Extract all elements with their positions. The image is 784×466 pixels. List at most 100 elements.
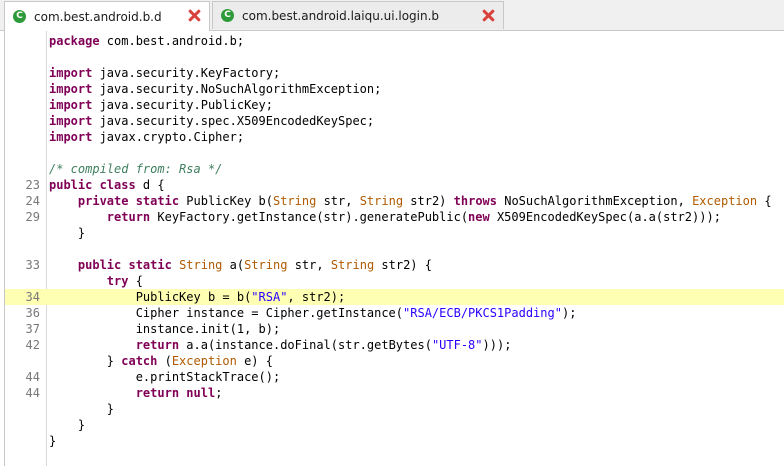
code-line[interactable]: 34 PublicKey b = b("RSA", str2);	[5, 289, 784, 305]
code-line[interactable]: 36 Cipher instance = Cipher.getInstance(…	[5, 305, 784, 321]
code-token: str,	[316, 194, 360, 208]
line-number: 37	[25, 322, 40, 336]
code-text: }	[49, 401, 114, 417]
code-token: public static	[77, 258, 172, 272]
editor-tab-bar: com.best.android.b.d com.best.android.la…	[0, 0, 784, 31]
code-line[interactable]: }	[5, 401, 784, 417]
code-text: return null;	[49, 385, 223, 401]
code-line[interactable]	[5, 49, 784, 65]
code-text: return a.a(instance.doFinal(str.getBytes…	[49, 337, 512, 353]
code-text: }	[49, 417, 85, 433]
code-token: return	[106, 210, 151, 224]
line-number: 36	[25, 306, 40, 320]
code-token: ;	[215, 386, 223, 400]
code-token: );	[561, 306, 577, 320]
code-token: a(	[222, 258, 245, 272]
line-number: 44	[25, 370, 40, 384]
code-line[interactable]: 29 return KeyFactory.getInstance(str).ge…	[5, 209, 784, 225]
code-token: e) {	[236, 354, 273, 368]
code-token: String	[244, 258, 288, 272]
code-text: import java.security.NoSuchAlgorithmExce…	[49, 81, 381, 97]
code-token: import	[49, 82, 93, 96]
code-text: try {	[49, 273, 143, 289]
close-icon[interactable]	[188, 9, 201, 22]
code-token: KeyFactory.getInstance(str).generatePubl…	[150, 210, 469, 224]
tab-com-best-android-laiqu-ui-login-b[interactable]: com.best.android.laiqu.ui.login.b	[212, 1, 504, 29]
code-token: import	[49, 66, 93, 80]
code-text: PublicKey b = b("RSA", str2);	[49, 289, 346, 305]
code-token: instance.init(1, b);	[49, 322, 281, 336]
code-token: }	[49, 418, 86, 432]
code-line[interactable]: 24 private static PublicKey b(String str…	[5, 193, 784, 209]
code-token: import	[49, 130, 93, 144]
code-token: "UTF-8"	[431, 338, 483, 352]
code-token: NoSuchAlgorithmException,	[497, 194, 693, 208]
code-line[interactable]: }	[5, 433, 784, 449]
code-line[interactable]: 33 public static String a(String str, St…	[5, 257, 784, 273]
line-number: 29	[25, 210, 40, 224]
code-token: }	[49, 402, 115, 416]
code-line[interactable]: }	[5, 225, 784, 241]
code-line[interactable]: }	[5, 417, 784, 433]
code-text: private static PublicKey b(String str, S…	[49, 193, 772, 209]
code-token: PublicKey b(	[179, 194, 273, 208]
code-line[interactable]: package com.best.android.b;	[5, 33, 784, 49]
close-icon[interactable]	[482, 9, 495, 22]
code-text: import javax.crypto.Cipher;	[49, 129, 244, 145]
code-line[interactable]: import java.security.KeyFactory;	[5, 65, 784, 81]
code-token: java.security.PublicKey;	[92, 98, 273, 112]
code-token: {	[757, 194, 772, 208]
line-number: 42	[25, 338, 40, 352]
class-icon	[221, 9, 234, 22]
code-token: import	[49, 98, 93, 112]
code-line[interactable]: 23 public class d {	[5, 177, 784, 193]
tab-label: com.best.android.b.d	[34, 9, 162, 24]
code-token: )));	[482, 338, 512, 352]
code-text: return KeyFactory.getInstance(str).gener…	[49, 209, 721, 225]
code-token: e.printStackTrace();	[49, 370, 281, 384]
code-line[interactable]: try {	[5, 273, 784, 289]
code-token: java.security.NoSuchAlgorithmException;	[92, 82, 382, 96]
code-line[interactable]: 44 e.printStackTrace();	[5, 369, 784, 385]
code-line[interactable]: /* compiled from: Rsa */	[5, 161, 784, 177]
code-text: Cipher instance = Cipher.getInstance("RS…	[49, 305, 577, 321]
code-token: str,	[287, 258, 331, 272]
code-token: , str2);	[287, 290, 346, 304]
code-text: /* compiled from: Rsa */	[49, 161, 222, 177]
code-token: str2) {	[374, 258, 432, 272]
code-line[interactable]: 44 return null;	[5, 385, 784, 401]
code-token: {	[128, 274, 143, 288]
code-editor[interactable]: package com.best.android.b; import java.s…	[4, 31, 784, 466]
code-token: return	[135, 338, 180, 352]
code-line[interactable]: import java.security.PublicKey;	[5, 97, 784, 113]
line-number: 33	[25, 258, 40, 272]
code-token: com.best.android.b;	[99, 34, 245, 48]
code-text: } catch (Exception e) {	[49, 353, 273, 369]
code-token: str2)	[403, 194, 454, 208]
tab-label: com.best.android.laiqu.ui.login.b	[242, 8, 440, 23]
code-token: String	[359, 194, 404, 208]
code-line[interactable]: import javax.crypto.Cipher;	[5, 129, 784, 145]
code-line[interactable]: } catch (Exception e) {	[5, 353, 784, 369]
code-line[interactable]	[5, 241, 784, 257]
code-line[interactable]: 42 return a.a(instance.doFinal(str.getBy…	[5, 337, 784, 353]
code-line[interactable]: import java.security.NoSuchAlgorithmExce…	[5, 81, 784, 97]
code-token: javax.crypto.Cipher;	[92, 130, 245, 144]
code-text: import java.security.KeyFactory;	[49, 65, 280, 81]
tab-com-best-android-b-d[interactable]: com.best.android.b.d	[4, 1, 210, 31]
code-token: new	[468, 210, 490, 224]
code-text: }	[49, 225, 85, 241]
code-line[interactable]: 37 instance.init(1, b);	[5, 321, 784, 337]
code-line[interactable]: import java.security.spec.X509EncodedKey…	[5, 113, 784, 129]
code-text: import java.security.spec.X509EncodedKey…	[49, 113, 374, 129]
code-token: java.security.spec.X509EncodedKeySpec;	[92, 114, 375, 128]
code-token: public class	[49, 178, 136, 192]
code-token: private static	[77, 194, 180, 208]
code-token: String	[330, 258, 375, 272]
line-number: 44	[25, 386, 40, 400]
code-line[interactable]	[5, 145, 784, 161]
